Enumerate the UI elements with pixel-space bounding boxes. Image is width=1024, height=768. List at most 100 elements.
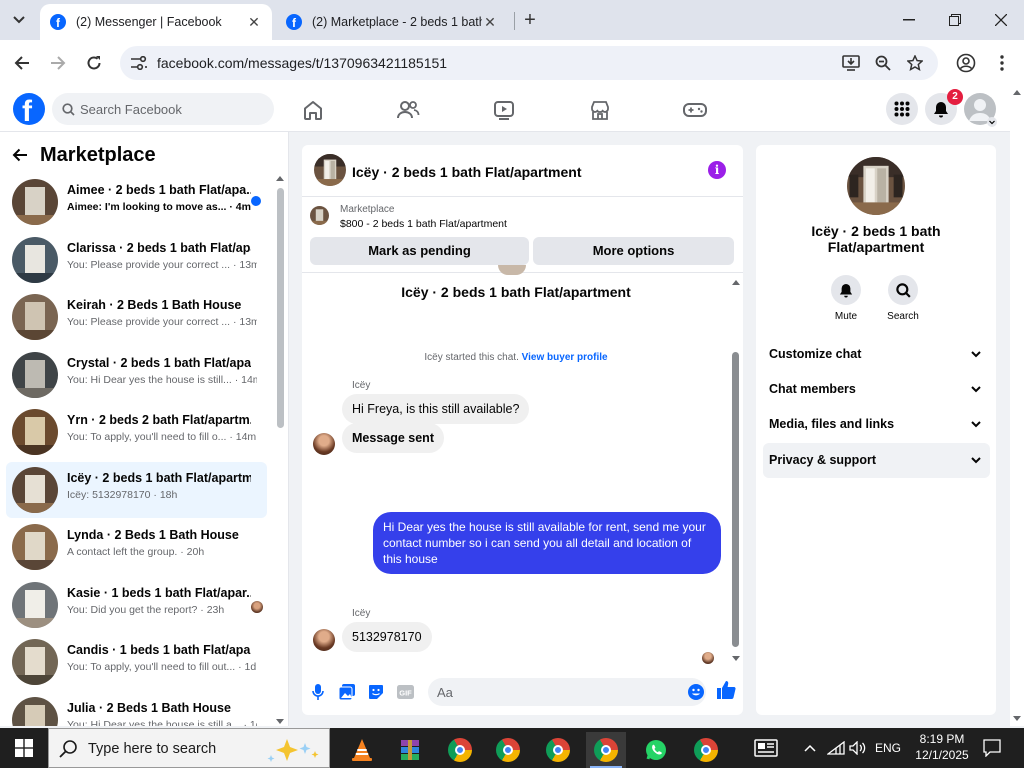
show-hidden-icons-chevron-icon[interactable] xyxy=(800,728,820,768)
news-widget-icon[interactable] xyxy=(746,728,786,768)
friends-icon[interactable] xyxy=(396,98,420,122)
minimize-button[interactable] xyxy=(886,0,932,40)
info-icon[interactable]: i xyxy=(708,161,726,179)
conversation-item[interactable]: Keirah · 2 Beds 1 Bath House You: Please … xyxy=(6,289,267,345)
tab-search-chevron-icon[interactable] xyxy=(6,8,32,32)
network-icon[interactable] xyxy=(824,728,848,768)
search-label: Search xyxy=(887,311,919,322)
marketplace-icon[interactable] xyxy=(588,98,612,122)
tab-messenger[interactable]: f (2) Messenger | Facebook ✕ xyxy=(40,4,272,40)
facebook-search-input[interactable]: Search Facebook xyxy=(52,93,274,125)
restore-button[interactable] xyxy=(932,0,978,40)
media-files-links-row[interactable]: Media, files and links xyxy=(763,407,990,442)
notification-center-icon[interactable] xyxy=(978,728,1006,768)
chrome-profile-1-taskbar-icon[interactable] xyxy=(440,732,480,768)
listing-thumbnail[interactable] xyxy=(314,154,346,186)
chrome-profile-3-taskbar-icon[interactable] xyxy=(538,732,578,768)
more-options-button[interactable]: More options xyxy=(533,237,734,265)
emoji-icon[interactable] xyxy=(688,684,704,700)
view-buyer-profile-link[interactable]: View buyer profile xyxy=(522,352,608,363)
chevron-down-icon xyxy=(971,421,981,428)
chat-title: Icëy · 2 beds 1 bath Flat/apartment xyxy=(352,164,582,180)
conversation-item[interactable]: Aimee · 2 beds 1 bath Flat/apa... Aimee: … xyxy=(6,174,267,230)
zoom-icon[interactable] xyxy=(872,52,894,74)
svg-text:GIF: GIF xyxy=(399,689,412,698)
outgoing-message[interactable]: Hi Dear yes the house is still available… xyxy=(373,512,721,574)
conversation-item[interactable]: Icëy · 2 beds 1 bath Flat/apartm... Icëy:… xyxy=(6,461,267,518)
conversation-list-scrollbar[interactable] xyxy=(275,174,285,726)
scroll-down-arrow-icon[interactable] xyxy=(1013,716,1021,721)
conversation-item[interactable]: Candis · 1 beds 1 bath Flat/apart... You:… xyxy=(6,634,267,690)
incoming-message[interactable]: Hi Freya, is this still available? xyxy=(342,394,530,424)
close-window-button[interactable] xyxy=(978,0,1024,40)
install-app-icon[interactable] xyxy=(840,52,862,74)
sticker-icon[interactable] xyxy=(367,683,385,701)
address-bar[interactable]: facebook.com/messages/t/1370963421185151 xyxy=(120,46,938,80)
sender-avatar[interactable] xyxy=(313,629,335,651)
conversation-item[interactable]: Clarissa · 2 beds 1 bath Flat/apa... You:… xyxy=(6,232,267,288)
browser-menu-button[interactable] xyxy=(988,49,1016,77)
chat-details-panel: Icëy · 2 beds 1 bath Flat/apartment Mute… xyxy=(756,145,996,715)
close-tab-icon[interactable]: ✕ xyxy=(246,14,262,31)
conversation-item[interactable]: Kasie · 1 beds 1 bath Flat/apar... You: D… xyxy=(6,577,267,633)
unread-indicator xyxy=(251,196,261,206)
chrome-profile-4-taskbar-icon[interactable] xyxy=(686,732,726,768)
sender-avatar[interactable] xyxy=(313,433,335,455)
thumbs-up-icon[interactable] xyxy=(716,680,736,700)
customize-chat-row[interactable]: Customize chat xyxy=(763,337,990,372)
microphone-icon[interactable] xyxy=(309,683,327,701)
new-tab-button[interactable]: + xyxy=(518,8,542,32)
search-action[interactable]: Search xyxy=(873,275,933,322)
chat-scrollbar[interactable] xyxy=(730,277,742,665)
incoming-message[interactable]: Message sent xyxy=(342,423,444,453)
video-icon[interactable] xyxy=(492,98,516,122)
listing-mini-thumbnail[interactable] xyxy=(310,206,329,225)
facebook-logo[interactable]: f xyxy=(13,93,45,125)
thread-title: Icëy · 2 beds 1 bath Flat/apartment xyxy=(401,284,631,300)
incoming-message[interactable]: 5132978170 xyxy=(342,622,432,652)
privacy-support-row[interactable]: Privacy & support xyxy=(763,443,990,478)
back-button[interactable] xyxy=(8,49,36,77)
close-tab-icon[interactable]: ✕ xyxy=(482,14,498,31)
scroll-up-arrow-icon[interactable] xyxy=(1013,90,1021,95)
mute-action[interactable]: Mute xyxy=(816,275,876,322)
site-info-icon[interactable] xyxy=(128,52,150,74)
gif-icon[interactable]: GIF xyxy=(396,683,414,701)
chrome-profile-2-taskbar-icon[interactable] xyxy=(488,732,528,768)
conversation-name: Crystal · 2 beds 1 bath Flat/apar... xyxy=(67,355,251,370)
account-chevron-icon[interactable] xyxy=(987,117,997,127)
taskbar-search-input[interactable]: Type here to search xyxy=(48,728,330,768)
profile-button[interactable] xyxy=(952,49,980,77)
message-input[interactable]: Aa xyxy=(428,678,706,706)
menu-grid-button[interactable] xyxy=(886,93,918,125)
search-icon xyxy=(59,740,77,758)
gaming-icon[interactable] xyxy=(683,98,707,122)
conversation-item[interactable]: Julia · 2 Beds 1 Bath House You: Hi Dear … xyxy=(6,692,267,726)
chat-members-row[interactable]: Chat members xyxy=(763,372,990,407)
page-scrollbar[interactable] xyxy=(1010,86,1024,726)
photo-attach-icon[interactable] xyxy=(338,683,356,701)
tab-marketplace[interactable]: f (2) Marketplace - 2 beds 1 bath ✕ xyxy=(276,4,508,40)
mark-as-pending-button[interactable]: Mark as pending xyxy=(310,237,529,265)
back-arrow-icon[interactable] xyxy=(12,148,28,162)
reload-button[interactable] xyxy=(80,49,108,77)
winrar-taskbar-icon[interactable] xyxy=(390,732,430,768)
home-icon[interactable] xyxy=(301,98,325,122)
chrome-active-taskbar-icon[interactable] xyxy=(586,732,626,768)
conversation-item[interactable]: Lynda · 2 Beds 1 Bath House A contact lef… xyxy=(6,519,267,575)
input-language[interactable]: ENG xyxy=(872,728,904,768)
volume-icon[interactable] xyxy=(848,728,868,768)
bookmark-star-icon[interactable] xyxy=(904,52,926,74)
start-button[interactable] xyxy=(0,728,48,768)
conversation-item[interactable]: Crystal · 2 beds 1 bath Flat/apar... You:… xyxy=(6,347,267,403)
listing-thumbnail xyxy=(12,294,58,340)
whatsapp-taskbar-icon[interactable] xyxy=(636,732,676,768)
bell-icon xyxy=(839,283,853,297)
marketplace-label: Marketplace xyxy=(340,204,395,215)
system-clock[interactable]: 8:19 PM 12/1/2025 xyxy=(908,731,976,763)
forward-button[interactable] xyxy=(44,49,72,77)
conversation-item[interactable]: Yrn · 2 beds 2 bath Flat/apartm... You: T… xyxy=(6,404,267,460)
listing-photo[interactable] xyxy=(847,157,905,215)
vlc-taskbar-icon[interactable] xyxy=(342,732,382,768)
listing-price-title[interactable]: $800 - 2 beds 1 bath Flat/apartment xyxy=(340,218,507,230)
